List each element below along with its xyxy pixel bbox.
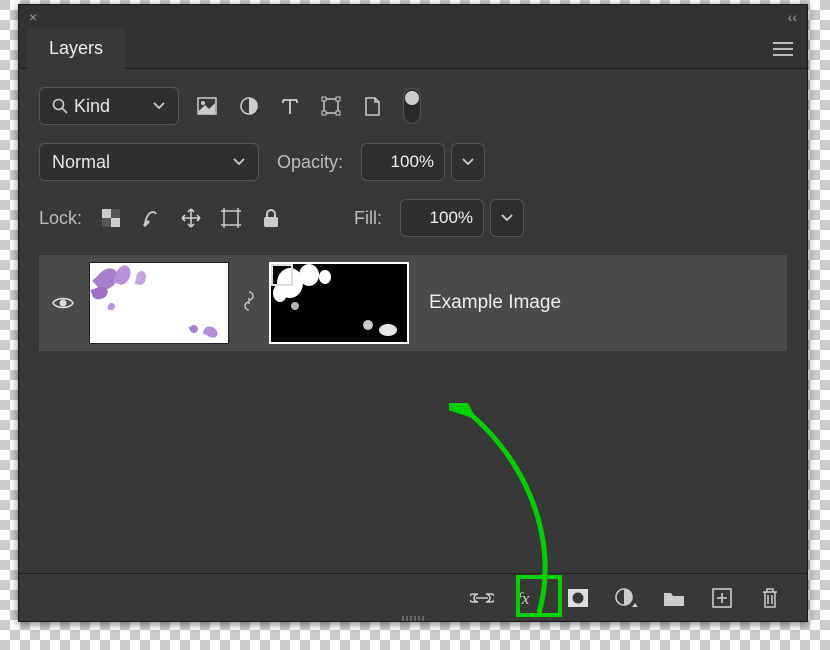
layer-list: Example Image — [39, 255, 787, 351]
link-layers-icon[interactable] — [469, 585, 495, 611]
blend-mode-value: Normal — [52, 152, 110, 173]
adjustment-filter-icon[interactable] — [239, 96, 259, 116]
layer-thumbnail[interactable] — [89, 262, 229, 344]
fx-icon[interactable]: fx — [517, 585, 543, 611]
close-icon[interactable]: × — [29, 9, 37, 25]
kind-label: Kind — [74, 96, 110, 117]
panel-body: Kind Normal Opacity: 100% — [19, 69, 807, 621]
pixel-filter-icon[interactable] — [197, 97, 217, 115]
panel-menu-icon[interactable] — [773, 42, 793, 56]
resize-grip[interactable] — [393, 616, 433, 622]
lock-label: Lock: — [39, 208, 82, 229]
opacity-label: Opacity: — [277, 152, 343, 173]
add-mask-icon[interactable] — [565, 585, 591, 611]
layer-name[interactable]: Example Image — [429, 292, 561, 314]
chevron-down-icon — [232, 157, 246, 167]
blend-mode-dropdown[interactable]: Normal — [39, 143, 259, 181]
visibility-icon[interactable] — [51, 295, 75, 311]
search-icon — [52, 98, 68, 114]
collapse-icon[interactable]: ‹‹ — [788, 9, 797, 25]
chevron-down-icon — [152, 101, 166, 111]
group-icon[interactable] — [661, 585, 687, 611]
lock-transparency-icon[interactable] — [100, 207, 122, 229]
opacity-input[interactable]: 100% — [361, 143, 445, 181]
new-layer-icon[interactable] — [709, 585, 735, 611]
lock-all-icon[interactable] — [260, 207, 282, 229]
fill-chevron[interactable] — [490, 199, 524, 237]
fill-input[interactable]: 100% — [400, 199, 484, 237]
layers-panel: × ‹‹ Layers Kind — [18, 4, 808, 622]
smartobject-filter-icon[interactable] — [363, 96, 381, 116]
shape-filter-icon[interactable] — [321, 96, 341, 116]
lock-pixels-icon[interactable] — [140, 207, 162, 229]
lock-position-icon[interactable] — [180, 207, 202, 229]
tab-row: Layers — [19, 29, 807, 69]
blend-row: Normal Opacity: 100% — [39, 143, 787, 181]
mask-link-icon[interactable] — [243, 290, 255, 317]
lock-row: Lock: Fill: 100% — [39, 199, 787, 237]
kind-filter-dropdown[interactable]: Kind — [39, 87, 179, 125]
type-filter-icon[interactable] — [281, 97, 299, 115]
opacity-chevron[interactable] — [451, 143, 485, 181]
layer-mask-thumbnail[interactable] — [269, 262, 409, 344]
layer-row[interactable]: Example Image — [39, 255, 787, 351]
tab-layers[interactable]: Layers — [27, 28, 125, 69]
panel-bottom-bar: fx — [19, 573, 807, 621]
panel-titlebar: × ‹‹ — [19, 5, 807, 29]
filter-toggle[interactable] — [403, 88, 421, 124]
filter-icons — [197, 88, 421, 124]
adjustment-layer-icon[interactable] — [613, 585, 639, 611]
fill-label: Fill: — [354, 208, 382, 229]
filter-row: Kind — [39, 87, 787, 125]
lock-artboard-icon[interactable] — [220, 207, 242, 229]
svg-text:fx: fx — [517, 589, 530, 608]
delete-icon[interactable] — [757, 585, 783, 611]
